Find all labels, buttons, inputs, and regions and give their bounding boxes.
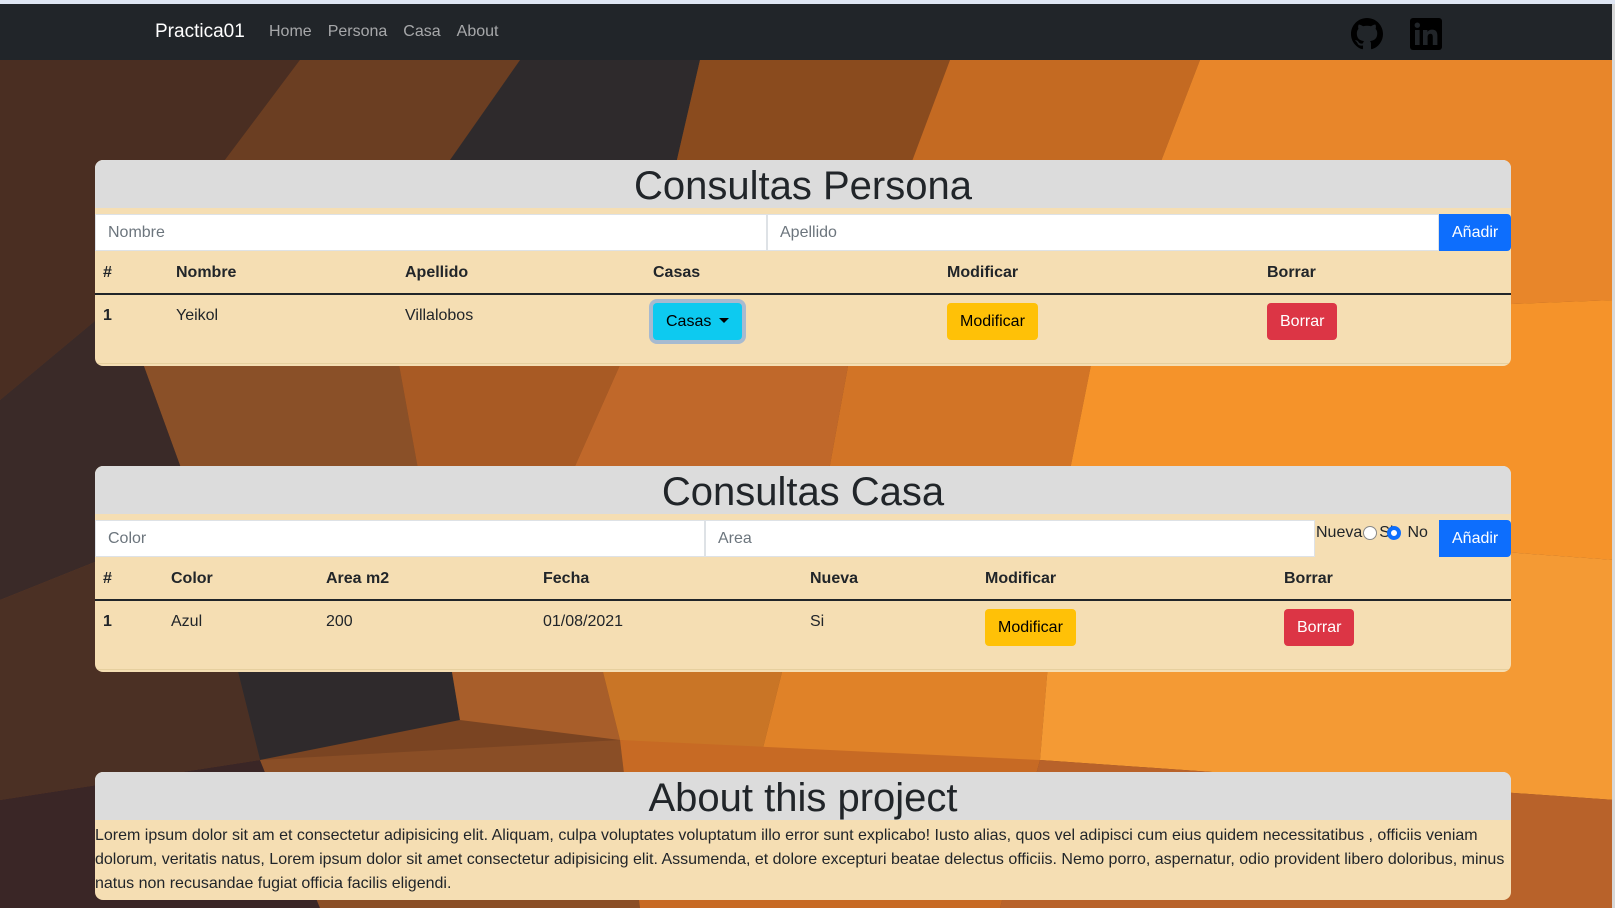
- table-row: 1 Azul 200 01/08/2021 Si Modificar Borra…: [95, 600, 1511, 670]
- col-id: #: [95, 252, 168, 295]
- borrar-button[interactable]: Borrar: [1267, 303, 1338, 340]
- caret-down-icon: [719, 317, 730, 323]
- col-casas: Casas: [645, 252, 939, 295]
- persona-add-button[interactable]: Añadir: [1439, 214, 1511, 251]
- row-id: 1: [95, 600, 163, 670]
- about-title: About this project: [95, 772, 1511, 820]
- persona-table-header: # Nombre Apellido Casas Modificar Borrar: [95, 252, 1511, 295]
- casa-form: Nueva Si No Añadir: [95, 520, 1511, 558]
- persona-table: # Nombre Apellido Casas Modificar Borrar…: [95, 252, 1511, 364]
- casas-dropdown-button[interactable]: Casas: [653, 303, 743, 340]
- persona-form: Añadir: [95, 214, 1511, 252]
- radio-si[interactable]: [1363, 526, 1378, 540]
- area-input[interactable]: [705, 520, 1315, 557]
- github-icon[interactable]: [1351, 18, 1383, 50]
- linkedin-icon[interactable]: [1410, 18, 1442, 50]
- row-borrar: Borrar: [1276, 600, 1511, 670]
- row-fecha: 01/08/2021: [535, 600, 802, 670]
- casa-title: Consultas Casa: [95, 466, 1511, 514]
- navbar: Practica01 Home Persona Casa About: [0, 4, 1612, 60]
- row-casas: Casas: [645, 294, 939, 364]
- col-modificar: Modificar: [939, 252, 1259, 295]
- col-area: Area m2: [318, 558, 535, 601]
- casa-add-button[interactable]: Añadir: [1439, 520, 1511, 557]
- table-row: 1 Yeikol Villalobos Casas Modificar Borr…: [95, 294, 1511, 364]
- col-modificar: Modificar: [977, 558, 1276, 601]
- modificar-button[interactable]: Modificar: [985, 609, 1076, 646]
- nav-links: Home Persona Casa About: [269, 23, 514, 41]
- col-nombre: Nombre: [168, 252, 397, 295]
- apellido-input[interactable]: [767, 214, 1439, 251]
- row-nueva: Si: [802, 600, 977, 670]
- casas-dropdown-label: Casas: [666, 312, 712, 330]
- window-top-line: [0, 0, 1615, 4]
- navbar-brand[interactable]: Practica01: [155, 21, 245, 43]
- nav-link-persona[interactable]: Persona: [328, 23, 388, 41]
- row-modificar: Modificar: [939, 294, 1259, 364]
- col-fecha: Fecha: [535, 558, 802, 601]
- persona-card: Consultas Persona Añadir # Nombre Apelli…: [95, 160, 1511, 366]
- borrar-button[interactable]: Borrar: [1284, 609, 1355, 646]
- col-borrar: Borrar: [1259, 252, 1511, 295]
- row-nombre: Yeikol: [168, 294, 397, 364]
- nueva-label: Nueva: [1316, 524, 1363, 541]
- col-borrar: Borrar: [1276, 558, 1511, 601]
- col-nueva: Nueva: [802, 558, 977, 601]
- row-id: 1: [95, 294, 168, 364]
- color-input[interactable]: [95, 520, 705, 557]
- row-apellido: Villalobos: [397, 294, 645, 364]
- persona-title: Consultas Persona: [95, 160, 1511, 208]
- col-apellido: Apellido: [397, 252, 645, 295]
- casa-card: Consultas Casa Nueva Si No Añadir # Colo…: [95, 466, 1511, 672]
- casa-table: # Color Area m2 Fecha Nueva Modificar Bo…: [95, 558, 1511, 670]
- nombre-input[interactable]: [95, 214, 767, 251]
- casa-table-header: # Color Area m2 Fecha Nueva Modificar Bo…: [95, 558, 1511, 601]
- col-id: #: [95, 558, 163, 601]
- row-borrar: Borrar: [1259, 294, 1511, 364]
- nav-link-home[interactable]: Home: [269, 23, 312, 41]
- row-area: 200: [318, 600, 535, 670]
- radio-no[interactable]: [1387, 526, 1402, 540]
- nueva-radio-group: Nueva Si No: [1316, 524, 1428, 542]
- radio-no-label: No: [1407, 524, 1428, 541]
- about-card: About this project Lorem ipsum dolor sit…: [95, 772, 1511, 900]
- modificar-button[interactable]: Modificar: [947, 303, 1038, 340]
- col-color: Color: [163, 558, 318, 601]
- nav-link-about[interactable]: About: [457, 23, 499, 41]
- row-modificar: Modificar: [977, 600, 1276, 670]
- row-color: Azul: [163, 600, 318, 670]
- nav-link-casa[interactable]: Casa: [403, 23, 440, 41]
- about-text: Lorem ipsum dolor sit am et consectetur …: [95, 827, 1505, 892]
